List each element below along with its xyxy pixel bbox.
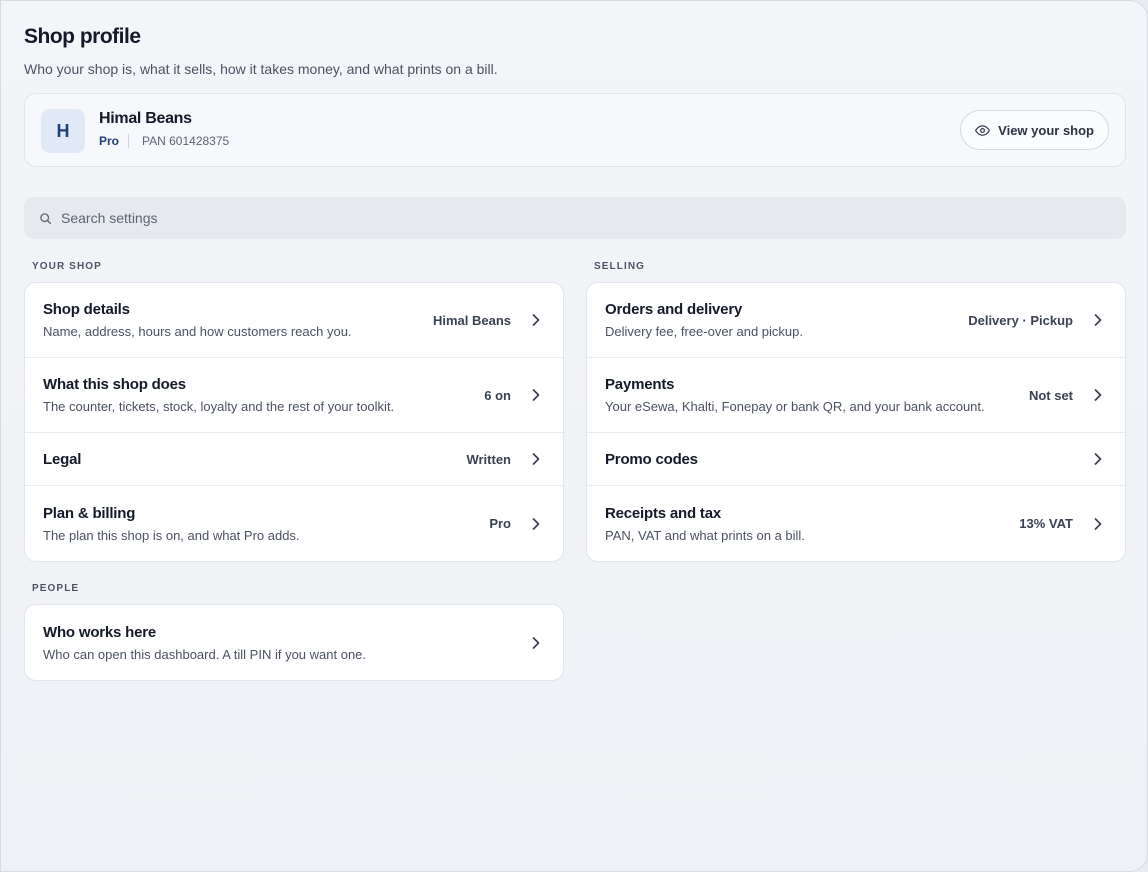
shop-summary-card: H Himal Beans Pro PAN 601428375 View you… [24, 93, 1126, 167]
chevron-right-icon [525, 636, 547, 649]
eye-icon [975, 123, 991, 138]
row-description: Name, address, hours and how customers r… [43, 324, 352, 339]
chevron-right-icon [1087, 517, 1109, 530]
row-legal[interactable]: Legal Written [25, 433, 563, 486]
search-input[interactable] [61, 210, 961, 226]
plan-badge: Pro [99, 134, 120, 148]
people-card: Who works here Who can open this dashboa… [24, 604, 564, 681]
chevron-right-icon [525, 517, 547, 530]
settings-search [24, 197, 1126, 239]
chevron-right-icon [1087, 389, 1109, 401]
row-what-this-shop-does[interactable]: What this shop does The counter, tickets… [25, 358, 563, 433]
selling-card: Orders and delivery Delivery fee, free-o… [586, 282, 1126, 562]
row-value: Delivery · Pickup [968, 312, 1073, 328]
row-title: Legal [43, 450, 82, 468]
row-title: Orders and delivery [605, 301, 743, 318]
row-description: Your eSewa, Khalti, Fonepay or bank QR, … [605, 399, 985, 414]
shop-meta: Pro PAN 601428375 [99, 134, 229, 148]
row-payments[interactable]: Payments Your eSewa, Khalti, Fonepay or … [587, 358, 1125, 433]
row-value: Written [466, 451, 511, 467]
chevron-right-icon [1087, 314, 1109, 326]
page-subtitle: Who your shop is, what it sells, how it … [24, 61, 498, 77]
chevron-right-icon [525, 453, 547, 465]
row-title: Plan & billing [43, 504, 136, 522]
row-value: Not set [1028, 387, 1073, 403]
row-title: Who works here [43, 623, 157, 641]
row-value: Himal Beans [432, 312, 511, 328]
pan-number: PAN 601428375 [142, 134, 230, 148]
meta-divider [128, 134, 130, 148]
section-label-your-shop: YOUR SHOP [32, 261, 102, 272]
row-plan-billing[interactable]: Plan & billing The plan this shop is on,… [25, 486, 563, 561]
your-shop-card: Shop details Name, address, hours and ho… [24, 282, 564, 562]
shop-avatar: H [41, 109, 85, 153]
row-title: What this shop does [43, 376, 186, 393]
row-promo-codes[interactable]: Promo codes [587, 433, 1125, 486]
row-title: Promo codes [605, 450, 698, 468]
chevron-right-icon [525, 389, 547, 401]
row-description: PAN, VAT and what prints on a bill. [605, 527, 805, 543]
view-shop-label: View your shop [998, 122, 1094, 138]
chevron-right-icon [525, 314, 547, 326]
chevron-right-icon [1087, 453, 1109, 465]
section-label-people: PEOPLE [32, 583, 80, 594]
row-title: Payments [605, 376, 675, 393]
search-icon [39, 212, 52, 225]
row-title: Shop details [43, 301, 130, 318]
app-window: Shop profile Who your shop is, what it s… [0, 0, 1148, 872]
row-description: Who can open this dashboard. A till PIN … [43, 646, 367, 662]
shop-name: Himal Beans [99, 110, 192, 127]
row-description: The plan this shop is on, and what Pro a… [43, 527, 300, 543]
row-description: Delivery fee, free-over and pickup. [605, 324, 803, 339]
row-value: 6 on [484, 387, 511, 403]
row-shop-details[interactable]: Shop details Name, address, hours and ho… [25, 283, 563, 358]
row-value: Pro [489, 516, 511, 531]
row-title: Receipts and tax [605, 504, 722, 522]
row-orders-delivery[interactable]: Orders and delivery Delivery fee, free-o… [587, 283, 1125, 358]
section-label-selling: SELLING [594, 261, 646, 272]
row-description: The counter, tickets, stock, loyalty and… [43, 399, 395, 414]
row-who-works-here[interactable]: Who works here Who can open this dashboa… [25, 605, 563, 680]
row-receipts-tax[interactable]: Receipts and tax PAN, VAT and what print… [587, 486, 1125, 561]
view-shop-button[interactable]: View your shop [960, 110, 1109, 150]
row-value: 13% VAT [1019, 516, 1073, 531]
page-title: Shop profile [24, 25, 141, 48]
